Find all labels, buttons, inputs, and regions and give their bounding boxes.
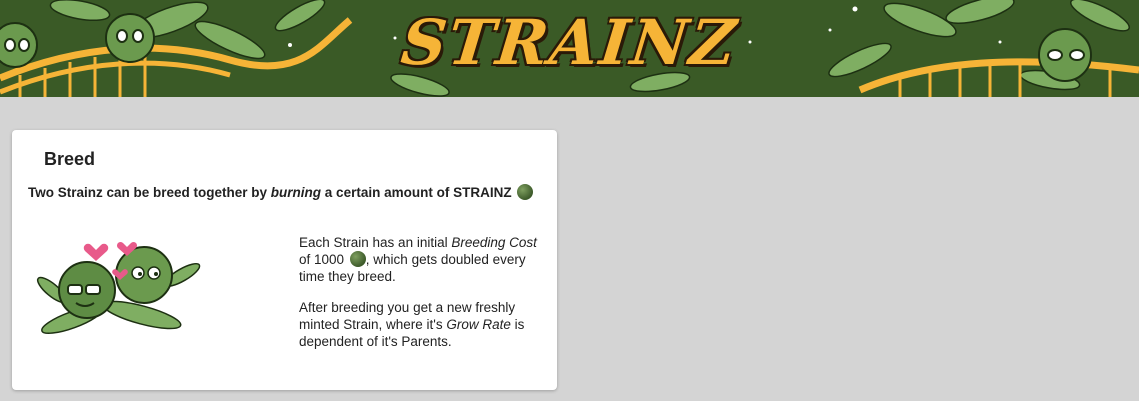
breed-intro-text: Two Strainz can be breed together by bur… — [28, 184, 548, 200]
card-title: Breed — [44, 149, 96, 169]
breeding-cost-emphasis: Breeding Cost — [451, 235, 537, 250]
strainz-token-icon — [349, 251, 366, 267]
breed-card: Breed Two Strainz can be breed together … — [12, 130, 557, 390]
breeding-cost-paragraph: Each Strain has an initial Breeding Cost… — [299, 235, 537, 284]
burning-emphasis: burning — [270, 185, 322, 200]
grow-rate-emphasis: Grow Rate — [446, 317, 511, 332]
grow-rate-paragraph: After breeding you get a new freshly min… — [299, 300, 525, 349]
header-banner: STRAINZ — [0, 0, 1139, 97]
strainz-logo: STRAINZ — [397, 6, 742, 79]
breeding-strains-illustration — [36, 241, 201, 335]
breed-description: Each Strain has an initial Breeding Cost… — [299, 234, 544, 364]
strainz-token-icon — [517, 184, 534, 200]
